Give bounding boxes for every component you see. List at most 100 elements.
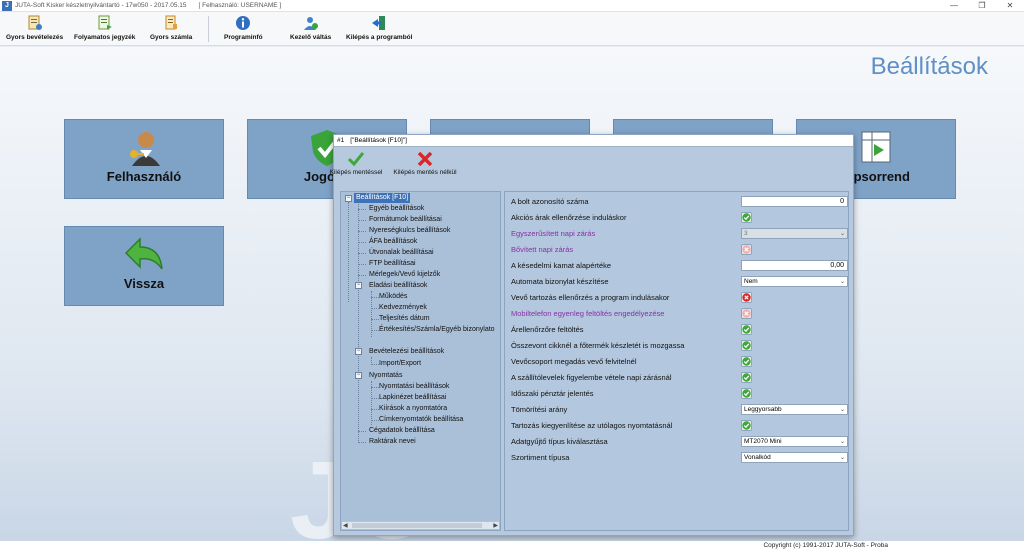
tree-item[interactable]: Nyereségkulcs beállítások xyxy=(369,226,450,236)
tree-item[interactable]: Teljesítés dátum xyxy=(379,314,430,324)
tree-item[interactable]: Formátumok beállításai xyxy=(369,215,442,225)
price-checker-upload-checkbox[interactable] xyxy=(741,324,752,335)
toolbar-label: Kilépés a programból xyxy=(346,34,413,41)
tree-item[interactable]: ÁFA beállítások xyxy=(369,237,417,247)
setting-row: Automata bizonylat készítése Nem ⌄ xyxy=(511,276,848,288)
list-icon xyxy=(96,14,114,32)
setting-label: Automata bizonylat készítése xyxy=(511,277,609,286)
tree-item[interactable]: Egyéb beállítások xyxy=(369,204,424,214)
combo-value: 3 xyxy=(744,230,748,237)
setting-row: Szortiment típusa Vonalkód ⌄ xyxy=(511,452,848,464)
combo-value: Leggyorsabb xyxy=(744,406,782,413)
customer-debt-check-checkbox[interactable] xyxy=(741,292,752,303)
title-bar: J JUTA-Soft Kisker készletnyilvántartó -… xyxy=(0,0,1024,12)
info-icon xyxy=(234,14,252,32)
tree-item-settings-root[interactable]: Beállítások [F10] xyxy=(354,193,411,203)
scroll-left-icon[interactable]: ◀ xyxy=(343,522,348,529)
combo-value: Vonalkód xyxy=(744,454,771,461)
store-id-input[interactable]: 0 xyxy=(741,196,848,207)
tile-back[interactable]: Vissza xyxy=(64,226,224,306)
setting-row: Bővített napi zárás xyxy=(511,244,846,256)
checkmark-icon xyxy=(742,373,751,382)
data-collector-type-select[interactable]: MT2070 Mini ⌄ xyxy=(741,436,848,447)
tree-item[interactable]: Címkenyomtatók beállítása xyxy=(379,415,463,425)
setting-row: A szállítólevelek figyelembe vétele napi… xyxy=(511,372,846,384)
toolbar-label: Folyamatos jegyzék xyxy=(74,34,136,41)
extended-daily-close-checkbox[interactable] xyxy=(741,244,752,255)
tree-expander[interactable]: − xyxy=(355,348,362,355)
scroll-right-icon[interactable]: ▶ xyxy=(493,522,498,529)
debt-settlement-print-checkbox[interactable] xyxy=(741,420,752,431)
exit-program-button[interactable]: Kilépés a programból xyxy=(346,14,412,41)
tree-item[interactable]: Nyomtatás xyxy=(369,371,402,381)
tree-item[interactable]: Cégadatok beállítása xyxy=(369,426,435,436)
toolbar-label: Kezelő váltás xyxy=(290,34,332,41)
quick-invoice-button[interactable]: Gyors számla xyxy=(150,14,192,41)
tile-label: Vissza xyxy=(123,276,165,291)
setting-label: Akciós árak ellenőrzése induláskor xyxy=(511,213,627,222)
setting-row: Időszaki pénztár jelentés xyxy=(511,388,846,400)
setting-label: A szállítólevelek figyelembe vétele napi… xyxy=(511,373,672,382)
tree-expander[interactable]: − xyxy=(355,282,362,289)
restore-button[interactable]: ❐ xyxy=(968,0,996,12)
tree-item[interactable]: FTP beállításai xyxy=(369,259,416,269)
tree-item[interactable]: Import/Export xyxy=(379,359,421,369)
tree-item[interactable]: Nyomtatási beállítások xyxy=(379,382,449,392)
tree-expander[interactable]: − xyxy=(345,195,352,202)
exit-without-save-button[interactable]: Kilépés mentés nélkül xyxy=(390,152,460,176)
setting-row: Árellenőrzőre feltöltés xyxy=(511,324,846,336)
checkmark-icon xyxy=(742,357,751,366)
setting-row: Akciós árak ellenőrzése induláskor xyxy=(511,212,846,224)
setting-row: Adatgyűjtő típus kiválasztása MT2070 Min… xyxy=(511,436,848,448)
setting-label: Mobiltelefon egyenleg feltöltés engedély… xyxy=(511,309,665,318)
simple-daily-close-select[interactable]: 3 ⌄ xyxy=(741,228,848,239)
tree-item[interactable]: Útvonalak beállításai xyxy=(369,248,434,258)
tree-item[interactable]: Bevételezési beállítások xyxy=(369,347,444,357)
scroll-thumb[interactable] xyxy=(352,523,482,528)
setting-label: Összevont cikknél a főtermék készletét i… xyxy=(511,341,685,350)
user-keys-icon xyxy=(124,128,164,170)
tree-expander[interactable]: − xyxy=(355,372,362,379)
minimize-button[interactable]: — xyxy=(940,0,968,12)
continuous-list-button[interactable]: Folyamatos jegyzék xyxy=(74,14,135,41)
delivery-notes-checkbox[interactable] xyxy=(741,372,752,383)
promo-price-check-checkbox[interactable] xyxy=(741,212,752,223)
tree-item[interactable]: Működés xyxy=(379,292,407,302)
setting-label: Tartozás kiegyenlítése az utólagos nyomt… xyxy=(511,421,673,430)
invoice-icon xyxy=(162,14,180,32)
late-interest-input[interactable]: 0,00 xyxy=(741,260,848,271)
setting-label: Tömörítési arány xyxy=(511,405,568,414)
tree-item[interactable]: Kiírások a nyomtatóra xyxy=(379,404,447,414)
toolbar-label: Gyors bevételezés xyxy=(6,34,64,41)
quick-receipt-button[interactable]: Gyors bevételezés xyxy=(6,14,63,41)
tile-user[interactable]: Felhasználó xyxy=(64,119,224,199)
program-info-button[interactable]: Programinfó xyxy=(224,14,263,41)
setting-label: Vevő tartozás ellenőrzés a program indul… xyxy=(511,293,670,302)
tree-horizontal-scrollbar[interactable]: ◀ ▶ xyxy=(342,521,499,529)
page-title: Beállítások xyxy=(870,53,988,80)
switch-user-button[interactable]: Kezelő váltás xyxy=(290,14,331,41)
window-title: JUTA-Soft Kisker készletnyilvántartó - 1… xyxy=(15,2,187,9)
close-button[interactable]: ✕ xyxy=(996,0,1024,12)
dialog-toolbar: Kilépés mentéssel Kilépés mentés nélkül xyxy=(330,148,853,185)
combo-value: MT2070 Mini xyxy=(744,438,782,445)
setting-label: Időszaki pénztár jelentés xyxy=(511,389,594,398)
settings-tree: − Beállítások [F10] Egyéb beállítások Fo… xyxy=(340,191,501,531)
merged-item-stock-checkbox[interactable] xyxy=(741,340,752,351)
periodic-cash-report-checkbox[interactable] xyxy=(741,388,752,399)
mobile-topup-checkbox[interactable] xyxy=(741,308,752,319)
tree-item[interactable]: Értékesítés/Számla/Egyéb bizonylato xyxy=(379,325,495,335)
cross-icon xyxy=(742,245,751,254)
back-arrow-icon xyxy=(122,235,166,277)
tree-item[interactable]: Raktárak nevei xyxy=(369,437,416,447)
tree-item[interactable]: Eladási beállítások xyxy=(369,281,427,291)
tree-item[interactable]: Lapkinézet beállításai xyxy=(379,393,446,403)
auto-document-select[interactable]: Nem ⌄ xyxy=(741,276,848,287)
save-and-exit-button[interactable]: Kilépés mentéssel xyxy=(330,152,382,176)
chevron-down-icon: ⌄ xyxy=(839,407,845,413)
compression-ratio-select[interactable]: Leggyorsabb ⌄ xyxy=(741,404,848,415)
tree-item[interactable]: Kedvezmények xyxy=(379,303,427,313)
assortment-type-select[interactable]: Vonalkód ⌄ xyxy=(741,452,848,463)
tree-item[interactable]: Mérlegek/Vevő kijelzők xyxy=(369,270,440,280)
customer-group-checkbox[interactable] xyxy=(741,356,752,367)
